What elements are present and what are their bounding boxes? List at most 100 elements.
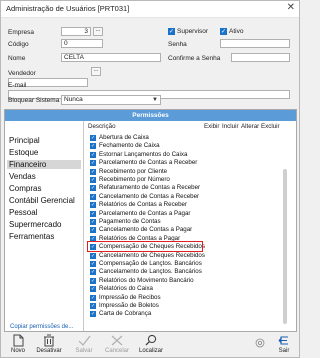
- nome-field[interactable]: CELTA: [61, 53, 161, 62]
- codigo-field[interactable]: 0: [61, 39, 103, 48]
- permission-checkbox[interactable]: ✓: [90, 168, 96, 175]
- cancel-x-icon: [111, 335, 123, 346]
- permission-table: Descrição Exibir Incluir Alterar Excluir…: [84, 121, 296, 331]
- permission-checkbox[interactable]: ✓: [90, 193, 96, 200]
- permission-checkbox[interactable]: ✓: [90, 185, 96, 192]
- column-header-exibir: Exibir: [204, 123, 220, 130]
- permission-label: Relatórios do Caixa: [99, 285, 153, 293]
- supervisor-label: Supervisor: [177, 28, 209, 35]
- salvar-label: Salvar: [75, 348, 93, 354]
- permission-row[interactable]: ✓ Carta de Cobrança: [90, 310, 290, 319]
- permission-checkbox[interactable]: ✓: [90, 177, 96, 183]
- localizar-button[interactable]: Localizar: [136, 334, 166, 358]
- senha-field[interactable]: [220, 39, 290, 48]
- column-header-alterar: Alterar: [241, 123, 260, 130]
- category-item[interactable]: Compras: [9, 184, 41, 193]
- user-admin-window: Administração de Usuários [PRT031] ✕ Emp…: [0, 0, 300, 358]
- bloquear-label: Bloquear Sistema: [8, 97, 60, 104]
- email-label: E-mail: [8, 82, 27, 89]
- vendedor-lookup-button[interactable]: ...: [91, 67, 101, 76]
- category-item[interactable]: Estoque: [9, 148, 38, 157]
- localizar-label: Localizar: [138, 348, 163, 354]
- permission-label: Impressão de Boletos: [99, 302, 159, 309]
- copy-permissions-link[interactable]: Copiar permissões de...: [10, 324, 73, 330]
- category-item[interactable]: Principal: [9, 136, 40, 145]
- permission-checkbox[interactable]: ✓: [90, 202, 96, 209]
- permissions-panel: Permissões Principal Estoque Financeiro …: [4, 109, 297, 332]
- highlight-box: [87, 241, 203, 252]
- vendedor-label: Vendedor: [8, 70, 36, 77]
- permission-label: Compensação de Lançtos. Bancários: [99, 260, 202, 267]
- column-header-incluir: Incluir: [222, 123, 239, 130]
- search-icon: [145, 334, 157, 346]
- category-item-selected[interactable]: Financeiro: [7, 160, 81, 169]
- category-item[interactable]: Vendas: [9, 172, 36, 181]
- permission-label: Relatórios de Contas a Receber: [99, 201, 188, 209]
- permission-checkbox[interactable]: ✓: [90, 135, 96, 141]
- check-icon: [78, 335, 91, 346]
- permission-label: Carta de Cobrança: [99, 310, 152, 318]
- bloquear-select[interactable]: Nunca ▼: [61, 95, 161, 105]
- title-bar: Administração de Usuários [PRT031] ✕: [1, 1, 299, 18]
- permission-label: Recebimento por Cliente: [99, 167, 168, 175]
- empresa-field[interactable]: 3: [61, 27, 91, 36]
- salvar-button[interactable]: Salvar: [69, 334, 99, 358]
- permission-label: Pagamento de Contas: [99, 218, 161, 225]
- permission-label: Cancelamento de Lançtos. Bancários: [99, 268, 202, 276]
- close-icon[interactable]: ✕: [287, 3, 295, 13]
- desativar-button[interactable]: Desativar: [34, 334, 64, 358]
- category-list: Principal Estoque Financeiro Vendas Comp…: [5, 121, 84, 331]
- permission-label: Cancelamento de Cheques Recebidos: [99, 251, 205, 259]
- confirma-senha-field[interactable]: [231, 53, 290, 62]
- bottom-toolbar: Novo Desativar Salvar Cancelar Localizar…: [1, 334, 299, 358]
- permission-label: Fechamento de Caixa: [99, 142, 160, 150]
- permission-scrollbar[interactable]: [283, 169, 287, 324]
- permission-checkbox[interactable]: ✓: [90, 143, 96, 150]
- nome-label: Nome: [8, 55, 26, 62]
- category-item[interactable]: Supermercado: [9, 220, 61, 229]
- permission-checkbox[interactable]: ✓: [90, 261, 96, 267]
- desativar-label: Desativar: [36, 348, 62, 354]
- permissions-header: Permissões: [5, 110, 296, 121]
- exit-arrow-icon: [278, 336, 288, 345]
- permission-label: Cancelamento de Contas a Receber: [99, 192, 200, 200]
- sair-button[interactable]: Sair: [269, 334, 299, 358]
- ativo-label: Ativo: [229, 28, 244, 35]
- trash-icon: [44, 334, 54, 347]
- permission-checkbox[interactable]: ✓: [90, 294, 96, 301]
- novo-label: Novo: [10, 348, 25, 354]
- category-item[interactable]: Pessoal: [9, 208, 37, 217]
- permission-checkbox[interactable]: ✓: [90, 311, 96, 318]
- permission-label: Refaturamento de Contas a Receber: [99, 184, 201, 192]
- ativo-checkbox[interactable]: ✓: [220, 28, 227, 35]
- at-icon: [255, 338, 265, 348]
- sair-label: Sair: [278, 348, 290, 354]
- empresa-lookup-button[interactable]: ...: [93, 27, 103, 36]
- permission-checkbox[interactable]: ✓: [90, 227, 96, 234]
- permission-checkbox[interactable]: ✓: [90, 151, 96, 158]
- permission-label: Estornar Lançamentos do Caixa: [99, 150, 188, 158]
- window-title: Administração de Usuários [PRT031]: [6, 4, 130, 13]
- supervisor-checkbox[interactable]: ✓: [168, 28, 175, 35]
- cancelar-label: Cancelar: [104, 348, 129, 354]
- permission-label: Parcelamento de Contas a Receber: [99, 159, 198, 167]
- permission-checkbox[interactable]: ✓: [90, 303, 96, 309]
- permission-checkbox[interactable]: ✓: [90, 277, 96, 284]
- column-header-excluir: Excluir: [261, 123, 280, 130]
- permission-checkbox[interactable]: ✓: [90, 252, 96, 259]
- novo-button[interactable]: Novo: [3, 334, 33, 358]
- permission-checkbox[interactable]: ✓: [90, 210, 96, 217]
- bloquear-value: Nunca: [64, 96, 83, 103]
- permission-label: Parcelamento de Contas a Pagar: [99, 209, 191, 217]
- cancelar-button[interactable]: Cancelar: [102, 334, 132, 358]
- category-item[interactable]: Ferramentas: [9, 232, 54, 241]
- category-item[interactable]: Contábil Gerencial: [9, 196, 75, 205]
- permission-checkbox[interactable]: ✓: [90, 286, 96, 293]
- permission-checkbox[interactable]: ✓: [90, 219, 96, 225]
- new-document-icon: [13, 334, 24, 347]
- permission-checkbox[interactable]: ✓: [90, 269, 96, 276]
- permission-label: Abertura de Caixa: [99, 134, 149, 141]
- codigo-label: Código: [8, 41, 29, 48]
- permission-label: Relatórios do Movimento Bancário: [99, 276, 194, 284]
- permission-checkbox[interactable]: ✓: [90, 160, 96, 167]
